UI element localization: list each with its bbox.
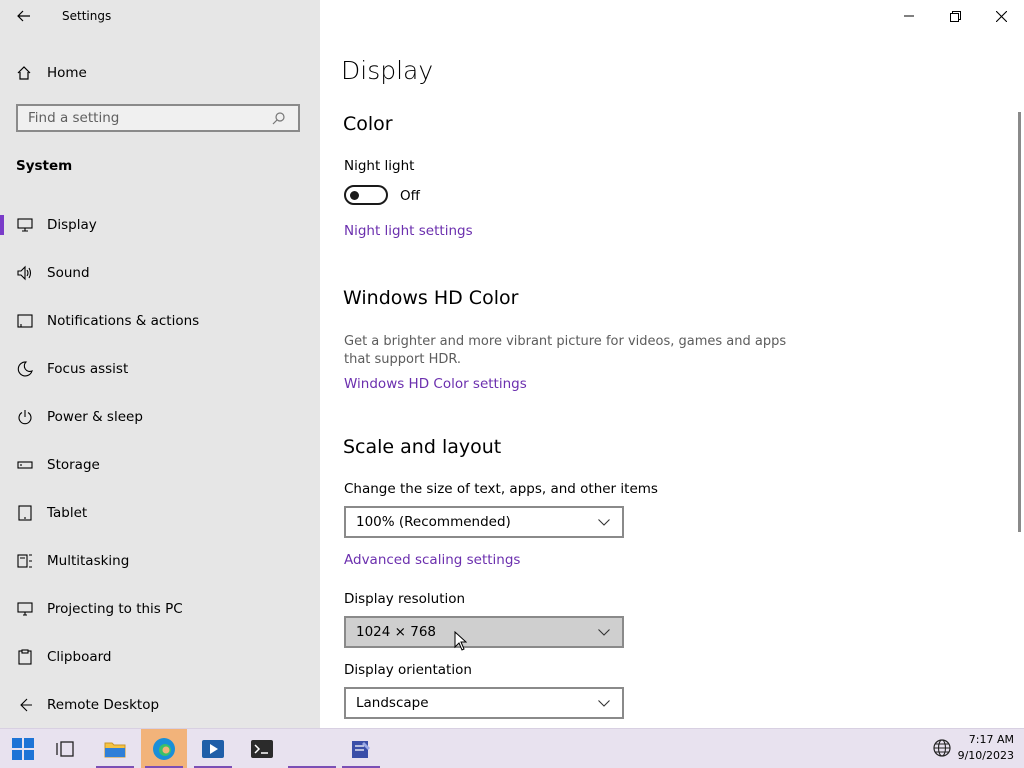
- tablet-icon: [16, 504, 34, 522]
- terminal-button[interactable]: [239, 729, 285, 768]
- search-icon[interactable]: [272, 111, 292, 125]
- sidebar-item-clipboard[interactable]: Clipboard: [0, 633, 320, 681]
- close-icon: [995, 10, 1007, 22]
- sidebar-item-display[interactable]: Display: [0, 201, 320, 249]
- minimize-icon: [904, 15, 914, 17]
- color-heading: Color: [343, 113, 393, 135]
- notepad-icon: [352, 740, 370, 758]
- multitasking-icon: [16, 552, 34, 570]
- sidebar-item-label: Storage: [47, 457, 100, 473]
- sidebar-item-projecting[interactable]: Projecting to this PC: [0, 585, 320, 633]
- settings-search-input[interactable]: Find a setting: [16, 104, 300, 132]
- close-button[interactable]: [978, 0, 1024, 32]
- hdr-description: Get a brighter and more vibrant picture …: [344, 334, 787, 367]
- chevron-down-icon: [598, 628, 612, 636]
- section-label: System: [16, 158, 73, 174]
- sidebar-item-label: Focus assist: [47, 361, 129, 377]
- mouse-cursor-icon: [454, 631, 467, 651]
- scrollbar[interactable]: [1018, 112, 1021, 532]
- resolution-dropdown[interactable]: 1024 × 768: [344, 616, 624, 648]
- windows-logo-icon: [12, 737, 34, 760]
- back-arrow-icon: [17, 10, 30, 22]
- start-button[interactable]: [0, 729, 46, 768]
- notification-icon: [16, 312, 34, 330]
- chevron-down-icon: [598, 518, 612, 526]
- clock-time: 7:17 AM: [968, 733, 1014, 746]
- scale-value: 100% (Recommended): [356, 514, 511, 530]
- sidebar-item-label: Tablet: [47, 505, 88, 521]
- monitor-icon: [16, 216, 34, 234]
- night-light-toggle[interactable]: [344, 185, 388, 205]
- sidebar-item-tablet[interactable]: Tablet: [0, 489, 320, 537]
- sidebar-item-label: Sound: [47, 265, 90, 281]
- edge-browser-icon: [153, 737, 175, 760]
- hdr-heading: Windows HD Color: [343, 287, 519, 309]
- night-light-state: Off: [400, 188, 420, 204]
- scale-dropdown[interactable]: 100% (Recommended): [344, 506, 624, 538]
- hdr-settings-link[interactable]: Windows HD Color settings: [344, 376, 527, 392]
- scale-size-label: Change the size of text, apps, and other…: [344, 481, 658, 497]
- resolution-label: Display resolution: [344, 591, 466, 607]
- projector-icon: [16, 600, 34, 618]
- terminal-icon: [251, 739, 273, 758]
- sidebar-item-label: Display: [47, 217, 97, 233]
- chevron-down-icon: [598, 699, 612, 707]
- orientation-value: Landscape: [356, 695, 429, 711]
- speaker-icon: [16, 264, 34, 282]
- sidebar-item-remote-desktop[interactable]: Remote Desktop: [0, 681, 320, 729]
- sidebar-item-label: Remote Desktop: [47, 697, 160, 713]
- sidebar-item-focus-assist[interactable]: Focus assist: [0, 345, 320, 393]
- clock[interactable]: 7:17 AM 9/10/2023: [958, 732, 1014, 764]
- task-view-icon: [56, 740, 74, 757]
- sidebar-item-label: Clipboard: [47, 649, 112, 665]
- edge-button[interactable]: [141, 729, 187, 768]
- remote-desktop-icon: [16, 696, 34, 714]
- settings-taskbar-button[interactable]: [288, 729, 336, 768]
- orientation-label: Display orientation: [344, 662, 472, 678]
- task-view-button[interactable]: [42, 729, 88, 768]
- page-title: Display: [341, 56, 434, 85]
- sidebar-item-label: Multitasking: [47, 553, 130, 569]
- home-nav-item[interactable]: Home: [0, 58, 320, 88]
- file-explorer-button[interactable]: [92, 729, 138, 768]
- sidebar-item-sound[interactable]: Sound: [0, 249, 320, 297]
- taskbar: 7:17 AM 9/10/2023: [0, 728, 1024, 768]
- home-icon: [16, 65, 34, 81]
- sidebar-item-label: Notifications & actions: [47, 313, 200, 329]
- settings-sidebar: Settings Home Find a setting System Disp…: [0, 0, 320, 728]
- scale-heading: Scale and layout: [343, 436, 502, 458]
- sidebar-item-multitasking[interactable]: Multitasking: [0, 537, 320, 585]
- sidebar-item-power-sleep[interactable]: Power & sleep: [0, 393, 320, 441]
- clipboard-icon: [16, 648, 34, 666]
- minimize-button[interactable]: [886, 0, 932, 32]
- restore-button[interactable]: [932, 0, 978, 32]
- resolution-value: 1024 × 768: [356, 624, 437, 640]
- sidebar-nav: Display Sound Notifications & actions Fo…: [0, 201, 320, 729]
- folder-icon: [104, 742, 126, 757]
- home-label: Home: [47, 65, 87, 81]
- search-placeholder: Find a setting: [28, 110, 120, 126]
- app-title: Settings: [62, 9, 112, 23]
- moon-icon: [16, 360, 34, 378]
- restore-icon: [949, 10, 961, 22]
- sidebar-item-label: Power & sleep: [47, 409, 143, 425]
- network-globe-icon[interactable]: [932, 738, 952, 762]
- clock-date: 9/10/2023: [957, 749, 1014, 762]
- night-light-label: Night light: [344, 158, 415, 174]
- storage-icon: [16, 456, 34, 474]
- sidebar-item-label: Projecting to this PC: [47, 601, 183, 617]
- sidebar-item-notifications[interactable]: Notifications & actions: [0, 297, 320, 345]
- orientation-dropdown[interactable]: Landscape: [344, 687, 624, 719]
- notepad-button[interactable]: [338, 729, 384, 768]
- toggle-knob: [350, 191, 359, 200]
- advanced-scaling-link[interactable]: Advanced scaling settings: [344, 552, 520, 568]
- power-icon: [16, 408, 34, 426]
- night-light-settings-link[interactable]: Night light settings: [344, 223, 473, 239]
- sidebar-item-storage[interactable]: Storage: [0, 441, 320, 489]
- back-button[interactable]: [8, 2, 40, 30]
- media-player-icon: [202, 739, 224, 758]
- media-app-button[interactable]: [190, 729, 236, 768]
